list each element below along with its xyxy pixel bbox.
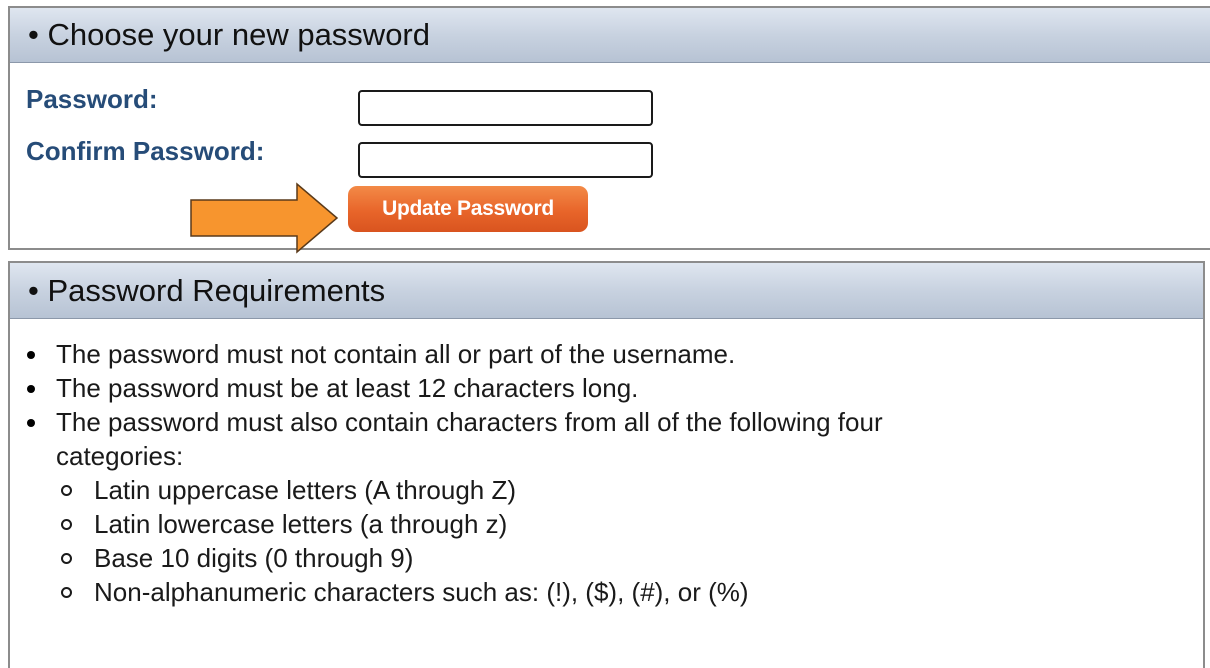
category-text: Latin uppercase letters (A through Z) (94, 475, 517, 505)
list-item: Non-alphanumeric characters such as: (!)… (56, 575, 936, 609)
confirm-password-input[interactable] (358, 142, 653, 178)
list-item: The password must not contain all or par… (10, 337, 936, 371)
password-change-page: • Choose your new password Password: Con… (0, 0, 1210, 668)
password-input[interactable] (358, 90, 653, 126)
choose-password-header: • Choose your new password (10, 8, 1210, 63)
hollow-circle-bullet-icon (61, 553, 72, 564)
update-password-button[interactable]: Update Password (348, 186, 588, 232)
requirements-header: • Password Requirements (10, 263, 1203, 319)
password-requirements-panel: • Password Requirements The password mus… (8, 261, 1205, 668)
list-item: Base 10 digits (0 through 9) (56, 541, 936, 575)
categories-list: Latin uppercase letters (A through Z) La… (56, 473, 936, 609)
choose-password-title: • Choose your new password (28, 17, 431, 52)
list-item: Latin lowercase letters (a through z) (56, 507, 936, 541)
list-item: The password must be at least 12 charact… (10, 371, 936, 405)
requirements-title: • Password Requirements (28, 272, 386, 308)
hollow-circle-bullet-icon (61, 485, 72, 496)
hollow-circle-bullet-icon (61, 587, 72, 598)
password-label: Password: (26, 84, 158, 114)
right-arrow-icon (190, 182, 339, 254)
category-text: Non-alphanumeric characters such as: (!)… (94, 577, 749, 607)
category-text: Latin lowercase letters (a through z) (94, 509, 508, 539)
confirm-password-label: Confirm Password: (26, 136, 265, 166)
requirements-list: The password must not contain all or par… (10, 337, 1203, 609)
bullet-dot-icon (27, 351, 35, 359)
bullet-dot-icon (27, 385, 35, 393)
requirement-text: The password must also contain character… (56, 407, 883, 471)
bullet-dot-icon (27, 419, 35, 427)
requirement-text: The password must be at least 12 charact… (56, 373, 639, 403)
requirement-text: The password must not contain all or par… (56, 339, 736, 369)
list-item: The password must also contain character… (10, 405, 936, 609)
list-item: Latin uppercase letters (A through Z) (56, 473, 936, 507)
hollow-circle-bullet-icon (61, 519, 72, 530)
category-text: Base 10 digits (0 through 9) (94, 543, 414, 573)
